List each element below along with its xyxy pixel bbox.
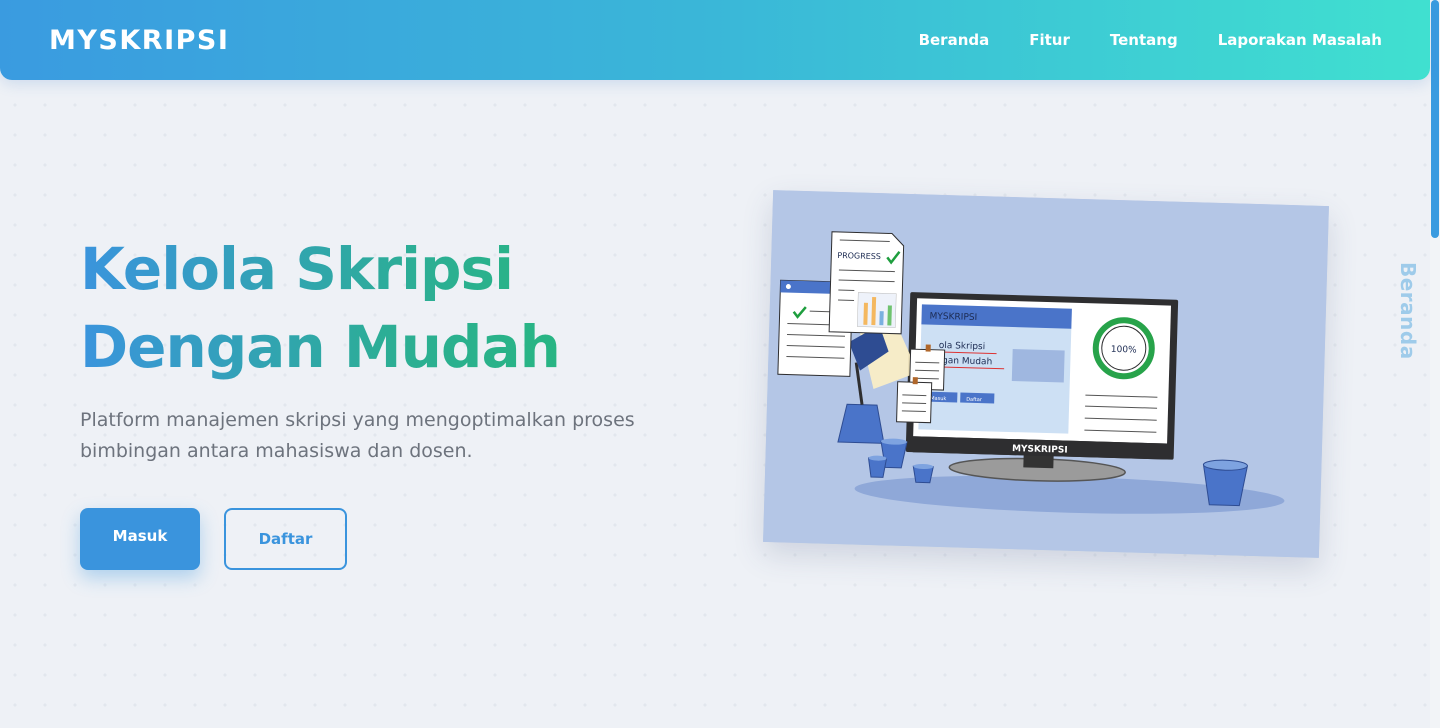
cup-4 — [1202, 464, 1249, 507]
hero-title-line2: Dengan Mudah — [80, 308, 640, 386]
progress-percent: 100% — [1111, 345, 1137, 356]
brand-logo[interactable]: MYSKRIPSI — [49, 25, 229, 56]
cup-2 — [867, 457, 888, 478]
screen-btn-daftar: Daftar — [966, 397, 983, 403]
scrollbar-track[interactable] — [1430, 0, 1440, 728]
note-2 — [896, 381, 933, 424]
hero-title: Kelola Skripsi Dengan Mudah — [80, 230, 640, 386]
monitor-brand-label: MYSKRIPSI — [1012, 444, 1068, 456]
hero-description: Platform manajemen skripsi yang mengopti… — [80, 409, 635, 462]
illustration-svg: MYSKRIPSI MYSKRIPSI ola Skripsi ngan Mud… — [763, 190, 1329, 558]
nav-links: Beranda Fitur Tentang Laporakan Masalah — [919, 31, 1382, 49]
screen-title-1: ola Skripsi — [939, 341, 986, 352]
nav-link-beranda[interactable]: Beranda — [919, 31, 990, 49]
screen-brand: MYSKRIPSI — [929, 312, 977, 323]
hero-title-line1: Kelola Skripsi — [80, 230, 640, 308]
progress-doc-label: PROGRESS — [837, 251, 881, 261]
login-button[interactable]: Masuk — [80, 508, 200, 570]
screen-btn-masuk: Masuk — [930, 396, 946, 402]
scrollbar-thumb[interactable] — [1431, 0, 1439, 238]
nav-link-laporkan-masalah[interactable]: Laporakan Masalah — [1218, 31, 1382, 49]
hero-illustration: MYSKRIPSI MYSKRIPSI ola Skripsi ngan Mud… — [763, 190, 1329, 558]
register-button[interactable]: Daftar — [224, 508, 347, 570]
section-side-label: Beranda — [1396, 262, 1420, 360]
navbar: MYSKRIPSI Beranda Fitur Tentang Laporaka… — [0, 0, 1430, 80]
nav-link-tentang[interactable]: Tentang — [1110, 31, 1178, 49]
nav-link-fitur[interactable]: Fitur — [1029, 31, 1070, 49]
